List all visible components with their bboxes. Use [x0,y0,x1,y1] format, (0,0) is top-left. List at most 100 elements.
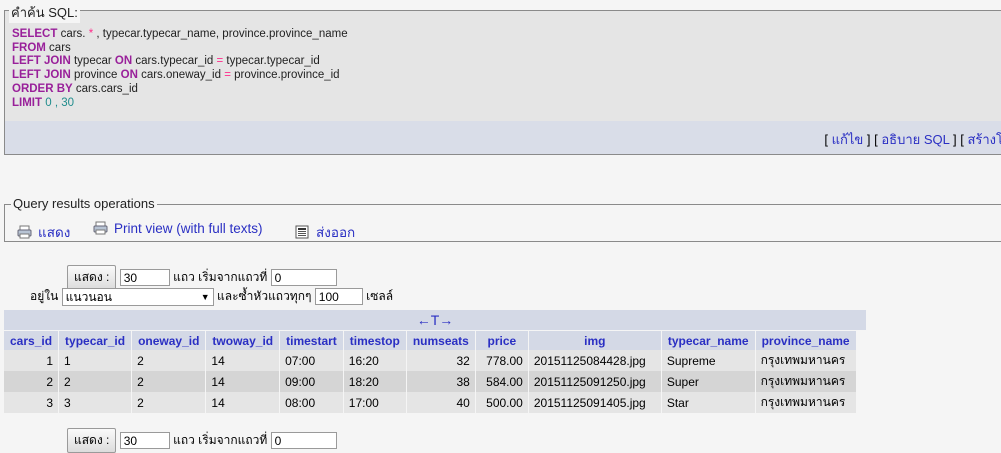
col-header[interactable]: oneway_id [131,331,207,350]
table-cell: 1 [58,350,133,371]
col-header[interactable]: cars_id [4,331,60,350]
table-cell: 32 [406,350,476,371]
table-cell: 2 [131,392,207,413]
table-cell: Star [661,392,756,413]
mode-value: แนวนอน [65,289,112,304]
sql-kw: ON [114,55,133,68]
sql-kw: ORDER BY [12,82,73,95]
table-cell: 3 [4,392,60,413]
column-resize-bar: ←T→ [4,310,866,330]
print-label: แสดง [38,225,71,240]
sql-text: province.province_id [230,69,340,82]
col-header[interactable]: img [528,331,662,350]
table-cell: 3 [58,392,133,413]
repeat-label: และซ้ำหัวแถวทุกๆ [217,289,312,303]
table-row: 2 2 2 14 09:00 18:20 38 584.00 201511250… [4,371,857,392]
edit-sql-link[interactable]: แก้ไข [832,132,864,147]
sql-text: cars.oneway_id [137,69,225,82]
table-cell: 40 [406,392,476,413]
print-full-label: Print view (with full texts) [114,221,263,236]
table-cell: 2 [4,371,60,392]
dropdown-arrow-icon: ▼ [200,291,210,302]
sql-kw: LEFT JOIN [12,69,71,82]
col-header[interactable]: typecar_name [661,331,756,350]
table-cell: 20151125084428.jpg [528,350,662,371]
table-row: 1 1 2 14 07:00 16:20 32 778.00 201511250… [4,350,857,371]
rows-label-bottom: แถว เริ่มจากแถวที่ [173,433,268,447]
show-button-bottom[interactable]: แสดง : [67,428,117,453]
table-cell: 09:00 [279,371,344,392]
table-cell: 17:00 [343,392,407,413]
printer-icon [93,221,108,235]
table-cell: 1 [4,350,60,371]
table-cell: 07:00 [279,350,344,371]
explain-sql-link[interactable]: อธิบาย SQL [881,132,949,147]
sql-text: , typecar.typecar_name, province.provinc… [93,28,348,40]
rows-input[interactable]: 30 [119,269,170,287]
col-header[interactable]: timestart [279,331,344,350]
table-row: 3 3 2 14 08:00 17:00 40 500.00 201511250… [4,392,857,413]
sql-links-bar: [ แก้ไข ] [ อธิบาย SQL ] [ สร้างโ [4,121,1001,155]
create-php-link[interactable]: สร้างโ [967,132,1001,147]
table-cell: 20151125091250.jpg [528,371,662,392]
nav-row-bottom: แสดง : 30 แถว เริ่มจากแถวที่ 0 [67,428,337,453]
sql-text: cars [45,41,71,54]
table-cell: กรุงเทพมหานคร [755,350,857,371]
sql-op: = [224,69,231,82]
printer-icon [17,225,32,239]
sql-text: cars.cars_id [72,82,138,95]
sql-num: , [51,96,62,109]
export-label: ส่งออก [316,225,356,240]
table-cell: 2 [131,350,207,371]
export-icon [295,225,309,239]
col-header[interactable]: province_name [755,331,857,350]
table-cell: 20151125091405.jpg [528,392,662,413]
sql-text: typecar [70,55,115,68]
table-cell: 778.00 [475,350,529,371]
table-cell: Super [661,371,756,392]
table-cell: 18:20 [343,371,407,392]
sql-links: [ แก้ไข ] [ อธิบาย SQL ] [ สร้างโ [824,132,1001,147]
table-cell: 14 [205,350,281,371]
sql-text: typecar.typecar_id [223,55,320,68]
print-link[interactable]: แสดง [17,221,70,243]
mode-select[interactable]: แนวนอน ▼ [61,287,214,306]
sql-text: cars. [57,28,89,40]
table-cell: 2 [131,371,207,392]
col-header[interactable]: twoway_id [205,331,281,350]
sql-num: 30 [61,96,75,109]
sql-kw: LEFT JOIN [12,55,71,68]
cells-label: เซลล์ [366,289,394,303]
start-row-input[interactable]: 0 [270,269,337,287]
query-results-operations: Query results operations แสดง Print view… [4,196,1001,243]
table-cell: 500.00 [475,392,529,413]
export-link[interactable]: ส่งออก [295,221,355,243]
header-row: cars_id typecar_id oneway_id twoway_id t… [4,331,857,350]
repeat-input[interactable]: 100 [314,288,363,306]
sql-query-box: คำค้น SQL: SELECT cars. * , typecar.type… [4,2,1001,122]
column-move-icon[interactable]: ←T→ [417,312,454,328]
table-cell: 584.00 [475,371,529,392]
print-full-link[interactable]: Print view (with full texts) [93,221,263,236]
table-cell: 38 [406,371,476,392]
col-header[interactable]: timestop [343,331,407,350]
col-header[interactable]: typecar_id [58,331,133,350]
col-header[interactable]: price [475,331,529,350]
table-cell: 08:00 [279,392,344,413]
sql-code: SELECT cars. * , typecar.typecar_name, p… [12,28,348,110]
table-cell: 14 [205,392,281,413]
table-cell: 2 [58,371,133,392]
sql-text: province [70,69,121,82]
table-cell: 14 [205,371,281,392]
sql-kw: LIMIT [12,96,43,109]
rows-label: แถว เริ่มจากแถวที่ [173,270,268,284]
table-cell: 16:20 [343,350,407,371]
sql-kw: ON [120,69,138,82]
table-cell: กรุงเทพมหานคร [755,392,857,413]
in-label: อยู่ใน [30,289,59,303]
table-cell: Supreme [661,350,756,371]
sql-kw: FROM [12,41,46,54]
results-table: cars_id typecar_id oneway_id twoway_id t… [4,331,857,413]
nav-row-mode: อยู่ใน แนวนอน ▼ และซ้ำหัวแถวทุกๆ 100 เซลล… [30,287,393,306]
col-header[interactable]: numseats [406,331,476,350]
